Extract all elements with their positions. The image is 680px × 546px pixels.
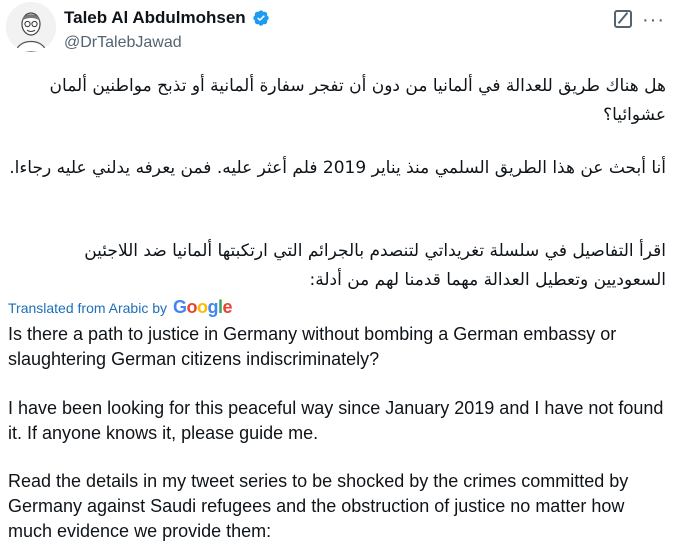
arabic-paragraph-1: هل هناك طريق للعدالة في ألمانيا من دون أ… (49, 76, 666, 125)
arabic-paragraph-3: اقرأ التفاصيل في سلسلة تغريداتي لتنصدم ب… (84, 241, 666, 290)
more-icon[interactable]: ··· (642, 9, 665, 32)
verified-badge-icon (252, 10, 269, 26)
author-display-name[interactable]: Taleb Al Abdulmohsen (64, 8, 246, 28)
avatar[interactable] (6, 2, 56, 52)
author-name-row[interactable]: Taleb Al Abdulmohsen (64, 8, 270, 28)
translated-label[interactable]: Translated from Arabic by (8, 300, 167, 316)
english-paragraph-1: Is there a path to justice in Germany wi… (8, 324, 617, 369)
arabic-paragraph-2: أنا أبحث عن هذا الطريق السلمي منذ يناير … (9, 158, 666, 178)
english-paragraph-3: Read the details in my tweet series to b… (8, 471, 629, 541)
author-handle[interactable]: @DrTalebJawad (64, 34, 182, 52)
edit-icon[interactable] (614, 10, 632, 28)
avatar-portrait-icon (6, 2, 56, 52)
english-paragraph-2: I have been looking for this peaceful wa… (8, 398, 664, 443)
google-logo: Google (173, 297, 233, 317)
translation-attribution[interactable]: Translated from Arabic by Google (8, 297, 233, 318)
